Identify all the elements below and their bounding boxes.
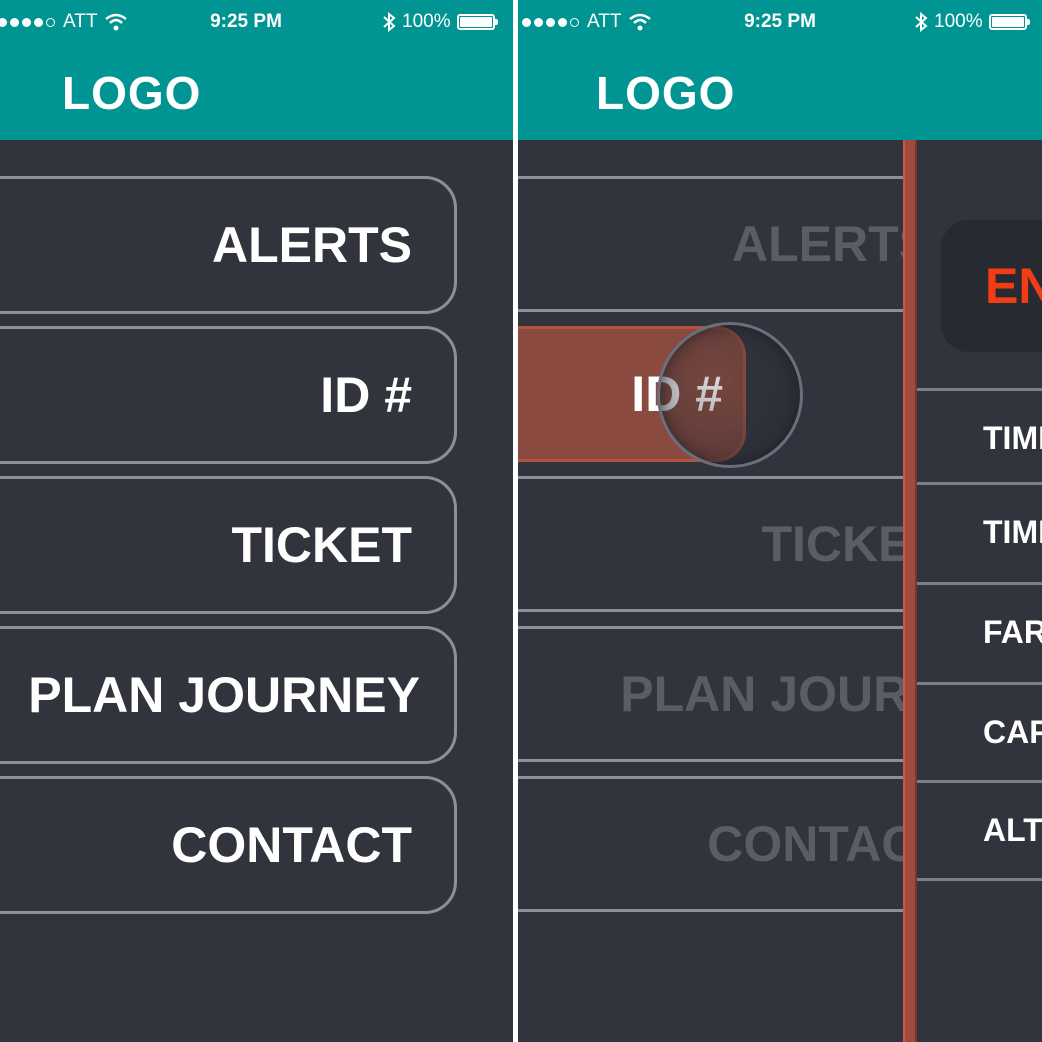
wifi-icon — [105, 13, 128, 31]
status-bar: ATT 9:25 PM 100% — [518, 10, 1042, 36]
menu-button-label: ALERTS — [212, 217, 412, 273]
battery-indicator: 100% — [914, 11, 1030, 33]
menu-button-alerts[interactable]: ALERTS — [0, 176, 457, 314]
app-header: ATT 9:25 PM 100% LOGO — [0, 0, 513, 140]
side-item-label: CAPA — [983, 714, 1042, 750]
menu-row-ticket[interactable]: TICKET — [518, 476, 904, 612]
battery-icon — [988, 14, 1030, 30]
panel-divider[interactable] — [903, 140, 917, 1042]
menu-button-contact[interactable]: CONTACT — [0, 776, 457, 914]
status-bar: ATT 9:25 PM 100% — [0, 10, 513, 36]
menu-row-label: CONTACT — [707, 816, 904, 872]
menu-button-plan-journey[interactable]: PLAN JOURNEY — [0, 626, 457, 764]
wifi-icon — [629, 13, 652, 31]
side-item-label: ALTE — [983, 812, 1042, 848]
carrier-info: ATT — [0, 11, 128, 33]
side-item-label: FAR — [983, 614, 1042, 650]
menu-row-label: ALERTS — [732, 216, 904, 272]
side-item-label: TIME — [983, 514, 1042, 550]
menu-button-ticket[interactable]: TICKET — [0, 476, 457, 614]
bluetooth-icon — [383, 12, 396, 32]
menu-row-contact[interactable]: CONTACT — [518, 776, 904, 912]
menu-row-alerts[interactable]: ALERTS — [518, 176, 904, 312]
battery-icon — [456, 14, 498, 30]
side-item-alternative[interactable]: ALTE — [917, 780, 1042, 878]
side-panel: EN TIME TIME FAR CAPA ALTE — [917, 140, 1042, 1042]
app-header: ATT 9:25 PM 100% LOGO — [518, 0, 1042, 140]
side-item-fare[interactable]: FAR — [917, 582, 1042, 680]
menu-button-label: TICKET — [231, 517, 412, 573]
menu-button-label: CONTACT — [171, 817, 412, 873]
menu-button-id[interactable]: ID # — [0, 326, 457, 464]
logo: LOGO — [596, 67, 736, 119]
side-item-time[interactable]: TIME — [917, 388, 1042, 486]
side-divider — [917, 878, 1042, 881]
menu-row-label: PLAN JOURNEY — [620, 666, 904, 722]
carrier-info: ATT — [522, 11, 652, 33]
clock: 9:25 PM — [210, 11, 282, 32]
bluetooth-icon — [915, 12, 928, 32]
menu-button-label: PLAN JOURNEY — [28, 667, 420, 723]
menu-button-label: ID # — [320, 367, 412, 423]
battery-percent: 100% — [934, 11, 983, 32]
signal-icon — [522, 17, 579, 27]
menu-row-label: TICKET — [761, 516, 904, 572]
side-item-label: TIME — [983, 420, 1042, 456]
clock: 9:25 PM — [744, 11, 816, 32]
language-label: EN — [985, 258, 1042, 314]
carrier-label: ATT — [63, 11, 98, 32]
phone-screen-id-selected: ATT 9:25 PM 100% LOGO ALERTS TICKET PLAN… — [518, 0, 1042, 1042]
battery-percent: 100% — [402, 11, 451, 32]
menu-row-plan-journey[interactable]: PLAN JOURNEY — [518, 626, 904, 762]
side-item-capacity[interactable]: CAPA — [917, 682, 1042, 780]
carrier-label: ATT — [587, 11, 622, 32]
phone-screen-menu: ATT 9:25 PM 100% LOGO ALERTS ID # TICKET… — [0, 0, 513, 1042]
logo: LOGO — [62, 67, 202, 119]
side-item-time[interactable]: TIME — [917, 482, 1042, 580]
drag-handle[interactable] — [657, 322, 803, 468]
language-button[interactable]: EN — [941, 220, 1042, 352]
battery-indicator: 100% — [382, 11, 498, 33]
signal-icon — [0, 17, 55, 27]
